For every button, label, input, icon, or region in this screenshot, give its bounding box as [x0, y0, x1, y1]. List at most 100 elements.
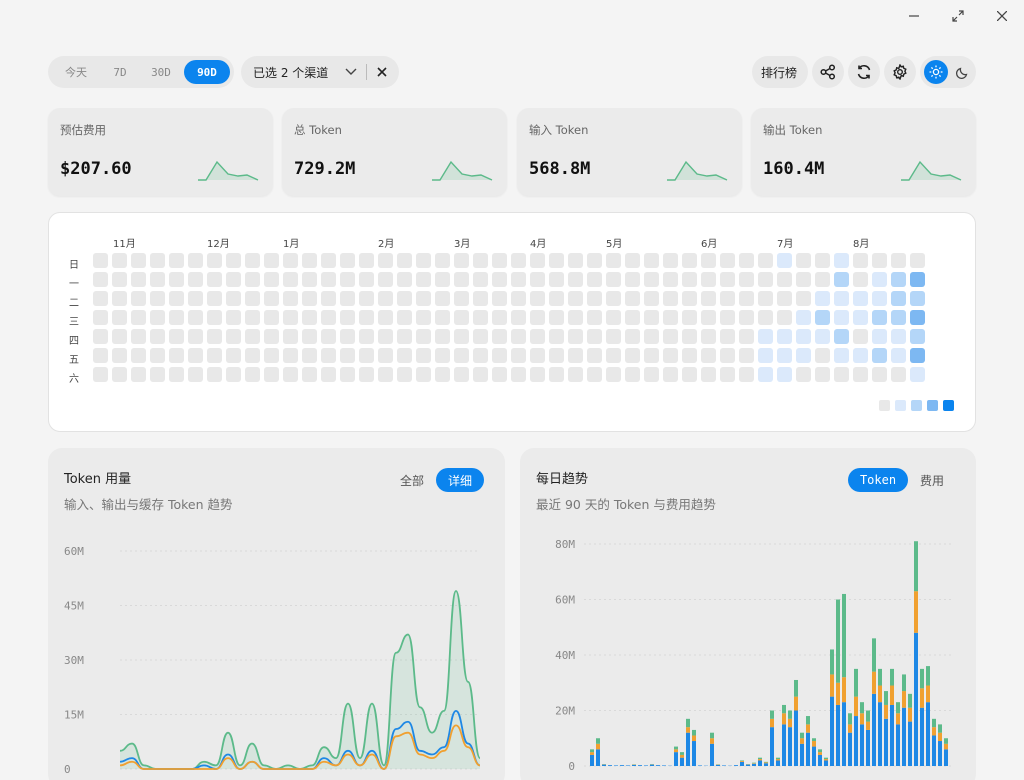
minimize-button[interactable]	[904, 8, 924, 24]
channel-selector-label: 已选 2 个渠道	[253, 66, 329, 80]
heatmap-cell	[378, 329, 393, 344]
y-tick-label: 45M	[64, 600, 84, 613]
activity-heatmap: 11月 12月 1月 2月 3月 4月 5月 6月 7月 8月 日 一 二 三 …	[48, 212, 976, 432]
range-30d[interactable]: 30D	[140, 60, 182, 84]
heatmap-cell	[340, 348, 355, 363]
bar-segment	[908, 721, 912, 766]
leaderboard-button[interactable]: 排行榜	[752, 56, 808, 88]
heatmap-cell	[264, 253, 279, 268]
heatmap-cell	[758, 348, 773, 363]
heatmap-cell	[587, 367, 602, 382]
heatmap-cell	[549, 329, 564, 344]
bar-segment	[812, 746, 816, 766]
heatmap-cell	[891, 367, 906, 382]
close-window-button[interactable]	[992, 8, 1012, 24]
heatmap-cell	[359, 272, 374, 287]
maximize-button[interactable]	[948, 8, 968, 24]
heatmap-cell	[283, 272, 298, 287]
refresh-button[interactable]	[848, 56, 880, 88]
heatmap-cell	[397, 253, 412, 268]
share-button[interactable]	[812, 56, 844, 88]
bar-segment	[614, 765, 618, 766]
heatmap-cell	[682, 348, 697, 363]
bar-segment	[938, 741, 942, 766]
heatmap-cell	[720, 310, 735, 325]
bar-segment	[740, 761, 744, 762]
heatmap-cell	[473, 348, 488, 363]
heatmap-cell	[511, 348, 526, 363]
range-today[interactable]: 今天	[54, 60, 98, 84]
bar-segment	[890, 685, 894, 705]
bar-segment	[710, 732, 714, 739]
bar-segment	[608, 765, 612, 766]
heatmap-cell	[169, 310, 184, 325]
heatmap-cell	[435, 329, 450, 344]
heatmap-cell	[872, 348, 887, 363]
chevron-down-icon	[345, 68, 357, 75]
range-selector: 今天 7D 30D 90D	[48, 56, 234, 88]
bar-segment	[896, 713, 900, 725]
heatmap-cell	[625, 348, 640, 363]
range-7d[interactable]: 7D	[100, 60, 140, 84]
bar-segment	[842, 593, 846, 678]
heatmap-cell	[131, 272, 146, 287]
bar-segment	[674, 749, 678, 753]
bar-segment	[830, 649, 834, 675]
y-tick-label: 60M	[64, 545, 84, 558]
dark-theme-button[interactable]	[950, 60, 974, 84]
bar-segment	[590, 752, 594, 755]
heatmap-cell	[853, 272, 868, 287]
channel-selector[interactable]: 已选 2 个渠道	[241, 56, 399, 88]
heatmap-cell	[834, 253, 849, 268]
heatmap-cell	[549, 272, 564, 287]
heatmap-cell	[815, 272, 830, 287]
bar-segment	[866, 721, 870, 730]
heatmap-cell	[226, 272, 241, 287]
minimize-icon	[909, 15, 919, 17]
bar-segment	[884, 704, 888, 719]
heatmap-cell	[568, 310, 583, 325]
heatmap-cell	[226, 348, 241, 363]
heatmap-cell	[549, 291, 564, 306]
bar-segment	[758, 757, 762, 760]
heatmap-cell	[112, 272, 127, 287]
bar-segment	[872, 671, 876, 694]
settings-button[interactable]	[884, 56, 916, 88]
bar-segment	[866, 729, 870, 766]
heatmap-cell	[416, 348, 431, 363]
heatmap-cell	[245, 348, 260, 363]
heatmap-cell	[739, 310, 754, 325]
heatmap-cell	[340, 310, 355, 325]
heatmap-cell	[416, 272, 431, 287]
heatmap-cell	[264, 329, 279, 344]
clear-channel-icon[interactable]	[377, 67, 387, 77]
heatmap-cell	[340, 291, 355, 306]
heatmap-cell	[625, 253, 640, 268]
heatmap-cell	[378, 367, 393, 382]
y-tick-label: 0	[64, 763, 71, 776]
heatmap-cell	[587, 272, 602, 287]
stat-card-input-token: 输入 Token 568.8M	[517, 108, 742, 196]
heatmap-cell	[283, 367, 298, 382]
heatmap-cell	[625, 329, 640, 344]
heatmap-cell	[264, 272, 279, 287]
heatmap-cell	[112, 348, 127, 363]
bar-segment	[914, 591, 918, 633]
bar-segment	[812, 738, 816, 742]
range-90d[interactable]: 90D	[184, 60, 230, 84]
heatmap-cell	[530, 348, 545, 363]
heatmap-cell	[283, 253, 298, 268]
heatmap-cell	[283, 348, 298, 363]
light-theme-button[interactable]	[924, 60, 948, 84]
heatmap-cell	[891, 253, 906, 268]
heatmap-cell	[207, 348, 222, 363]
heatmap-cell	[663, 367, 678, 382]
heatmap-cell	[93, 310, 108, 325]
heatmap-cell	[150, 310, 165, 325]
heatmap-cell	[226, 329, 241, 344]
legend-swatch	[943, 400, 954, 411]
heatmap-cell	[625, 272, 640, 287]
heatmap-cell	[530, 367, 545, 382]
heatmap-cell	[549, 310, 564, 325]
heatmap-cell	[397, 329, 412, 344]
